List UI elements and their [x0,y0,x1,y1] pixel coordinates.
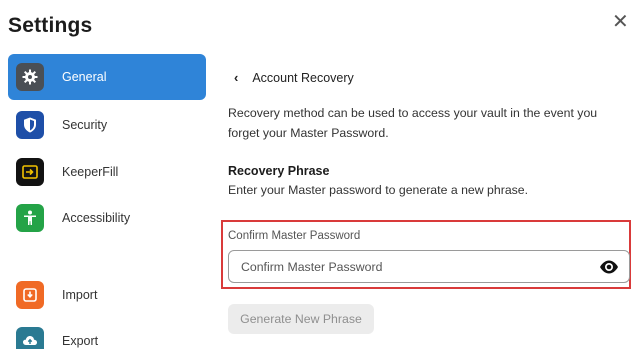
confirm-password-input[interactable] [241,251,581,282]
confirm-password-label: Confirm Master Password [228,230,361,242]
chevron-left-icon: ‹ [234,70,239,85]
import-icon [16,281,44,309]
back-button[interactable]: ‹ Account Recovery [234,70,354,85]
keeperfill-icon [16,158,44,186]
export-icon [16,327,44,349]
gear-icon [16,63,44,91]
eye-icon[interactable] [599,259,619,275]
sidebar-item-accessibility[interactable]: Accessibility [8,195,206,241]
sidebar-item-label: Import [62,288,98,302]
sidebar-item-label: KeeperFill [62,165,119,179]
sidebar-item-security[interactable]: Security [8,102,206,148]
shield-icon [16,111,44,139]
sidebar-item-label: Accessibility [62,211,131,225]
account-recovery-panel: ‹ Account Recovery Recovery method can b… [228,0,628,349]
section-title: Recovery Phrase [228,164,330,178]
confirm-password-field [228,250,630,283]
sidebar-item-keeperfill[interactable]: KeeperFill [8,149,206,195]
sidebar-item-import[interactable]: Import [8,272,206,318]
back-label: Account Recovery [252,70,354,85]
recovery-description: Recovery method can be used to access yo… [228,106,598,140]
sidebar-item-label: Security [62,118,108,132]
sidebar-item-export[interactable]: Export [8,318,206,349]
sidebar-item-label: Export [62,334,99,348]
sidebar-item-label: General [62,70,107,84]
sidebar-item-general[interactable]: General [8,54,206,100]
generate-new-phrase-button[interactable]: Generate New Phrase [228,304,374,334]
page-title: Settings [8,14,93,37]
accessibility-icon [16,204,44,232]
section-description: Enter your Master password to generate a… [228,183,529,197]
